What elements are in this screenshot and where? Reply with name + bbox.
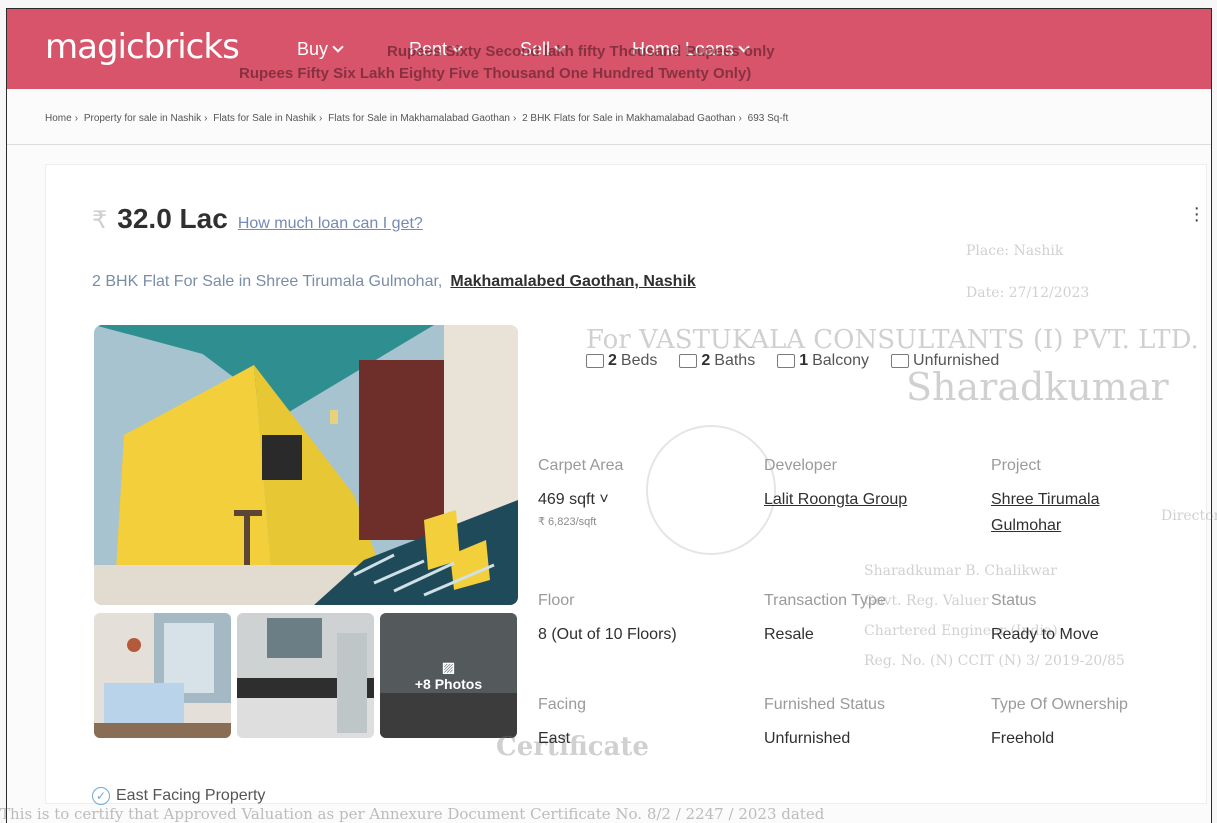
furniture-icon — [891, 354, 910, 368]
breadcrumb-item[interactable]: Flats for Sale in Makhamalabad Gaothan — [328, 113, 510, 124]
site-logo[interactable]: magicbricks — [45, 27, 240, 67]
scan-signature: Sharadkumar — [906, 365, 1169, 409]
bath-icon — [679, 354, 698, 368]
thumbnail-photo[interactable] — [237, 613, 374, 738]
room-photo — [94, 325, 518, 605]
divider — [7, 144, 1211, 145]
chevron-down-icon — [332, 41, 344, 53]
developer-label: Developer — [764, 457, 837, 474]
main-photo[interactable] — [94, 325, 518, 605]
bedroom-photo — [94, 613, 231, 738]
facing-label: Facing — [538, 696, 587, 713]
status-cell: Status Ready to Move — [991, 592, 1099, 648]
price-row: ₹ 32.0 Lac How much loan can I get? — [92, 203, 423, 235]
loan-eligibility-link[interactable]: How much loan can I get? — [238, 215, 423, 233]
baths-info: 2 Baths — [679, 352, 755, 370]
scan-director: Director — [1161, 508, 1217, 524]
furnished-status-value: Unfurnished — [764, 730, 851, 747]
project-label: Project — [991, 457, 1041, 474]
transaction-type-value: Resale — [764, 626, 814, 643]
site-header: magicbricks Buy Rent Sell Home Loans Rup… — [7, 9, 1211, 89]
furnished-status-label: Furnished Status — [764, 696, 885, 713]
amenities-row: 2 Beds 2 Baths 1 Balcony Unfurnished — [586, 352, 999, 370]
scan-bleed-line-2: Rupees Fifty Six Lakh Eighty Five Thousa… — [239, 65, 752, 82]
nav-buy-label: Buy — [297, 39, 329, 59]
status-label: Status — [991, 592, 1037, 609]
more-photos-overlay[interactable]: ▨ +8 Photos — [380, 613, 517, 738]
breadcrumb-item[interactable]: Flats for Sale in Nashik — [213, 113, 316, 124]
carpet-area-cell: Carpet Area 469 sqft ˅ ₹ 6,823/sqft — [538, 457, 623, 528]
listing-card: ₹ 32.0 Lac How much loan can I get? · · · … — [45, 164, 1217, 805]
ownership-label: Type Of Ownership — [991, 696, 1128, 713]
facing-highlight: ✓ East Facing Property — [92, 787, 265, 805]
nav-buy[interactable]: Buy — [297, 39, 344, 60]
carpet-area-label: Carpet Area — [538, 457, 624, 474]
project-cell: Project Shree Tirumala Gulmohar — [991, 457, 1141, 539]
listing-title: 2 BHK Flat For Sale in Shree Tirumala Gu… — [92, 273, 443, 290]
floor-cell: Floor 8 (Out of 10 Floors) — [538, 592, 677, 648]
status-value: Ready to Move — [991, 626, 1099, 643]
location-link[interactable]: Makhamalabed Gaothan, Nashik — [450, 273, 695, 290]
ownership-value: Freehold — [991, 730, 1055, 747]
breadcrumb-item[interactable]: 2 BHK Flats for Sale in Makhamalabad Gao… — [522, 113, 735, 124]
scan-place: Place: Nashik — [966, 243, 1064, 259]
gallery-icon: ▨ — [441, 659, 456, 675]
rupee-icon: ₹ — [92, 207, 108, 234]
developer-link[interactable]: Lalit Roongta Group — [764, 487, 907, 513]
more-photos-label: +8 Photos — [414, 676, 483, 692]
listing-price: 32.0 Lac — [117, 203, 228, 234]
breadcrumb: Home › Property for sale in Nashik › Flats… — [45, 113, 789, 124]
scan-reg-no: Reg. No. (N) CCIT (N) 3/ 2019-20/85 — [864, 653, 1125, 669]
listing-subtitle: 2 BHK Flat For Sale in Shree Tirumala Gu… — [92, 273, 696, 291]
furnishing-info: Unfurnished — [891, 352, 999, 370]
project-link[interactable]: Shree Tirumala Gulmohar — [991, 487, 1141, 539]
scan-company: For VASTUKALA CONSULTANTS (I) PVT. LTD. — [586, 325, 1199, 355]
price-per-sqft: ₹ 6,823/sqft — [538, 516, 597, 528]
more-options-icon[interactable]: · · · — [1193, 198, 1200, 230]
facing-value: East — [538, 730, 571, 747]
facing-highlight-label: East Facing Property — [116, 787, 266, 804]
furnished-status-cell: Furnished Status Unfurnished — [764, 696, 885, 752]
developer-cell: Developer Lalit Roongta Group — [764, 457, 907, 513]
transaction-type-label: Transaction Type — [764, 592, 886, 609]
thumbnail-strip: ▨ +8 Photos — [94, 613, 517, 738]
browser-frame: magicbricks Buy Rent Sell Home Loans Rup… — [6, 8, 1217, 823]
scan-stamp — [646, 425, 776, 555]
beds-info: 2 Beds — [586, 352, 657, 370]
scan-bottom-line: This is to certify that Approved Valuati… — [0, 805, 825, 823]
scan-name: Sharadkumar B. Chalikwar — [864, 563, 1057, 579]
thumbnail-photo-more[interactable]: ▨ +8 Photos — [380, 613, 517, 738]
bed-icon — [586, 354, 604, 368]
kitchen-photo — [237, 613, 374, 738]
balcony-info: 1 Balcony — [777, 352, 869, 370]
breadcrumb-item: 693 Sq-ft — [747, 113, 789, 124]
facing-cell: Facing East — [538, 696, 586, 752]
floor-label: Floor — [538, 592, 575, 609]
breadcrumb-item[interactable]: Property for sale in Nashik — [84, 113, 201, 124]
balcony-icon — [777, 354, 796, 368]
thumbnail-photo[interactable] — [94, 613, 231, 738]
breadcrumb-item[interactable]: Home — [45, 113, 72, 124]
carpet-area-value[interactable]: 469 sqft ˅ — [538, 487, 623, 513]
scan-date: Date: 27/12/2023 — [966, 285, 1090, 301]
floor-value: 8 (Out of 10 Floors) — [538, 626, 677, 643]
transaction-type-cell: Transaction Type Resale — [764, 592, 886, 648]
check-circle-icon: ✓ — [92, 787, 110, 805]
ownership-cell: Type Of Ownership Freehold — [991, 696, 1128, 752]
scan-bleed-line-1: Rupees Sixty Second lakh fifty Thousand … — [387, 43, 775, 60]
